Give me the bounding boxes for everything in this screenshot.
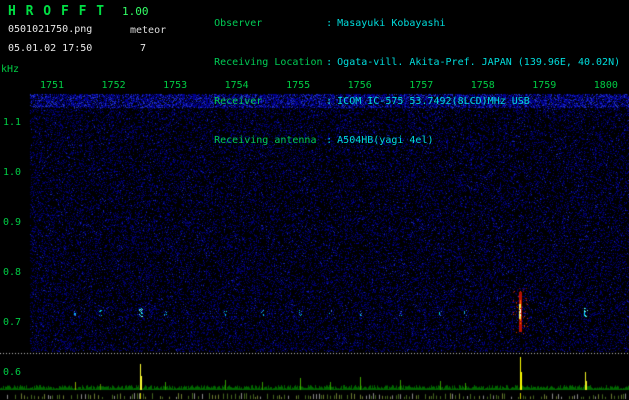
y-axis-unit-label: kHz — [1, 64, 20, 75]
time-axis: 1751 1752 1753 1754 1755 1756 1757 1758 … — [40, 80, 618, 91]
time-tick-label: 1757 — [409, 80, 434, 91]
mode-label: meteor — [130, 25, 167, 36]
time-tick-label: 1758 — [470, 80, 495, 91]
meteor-count: 7 — [140, 43, 147, 54]
output-filename: 0501021750.png — [8, 24, 93, 35]
time-tick-label: 1759 — [532, 80, 557, 91]
info-separator: : — [326, 96, 333, 107]
info-label: Observer — [214, 18, 263, 29]
time-tick-label: 1753 — [163, 80, 188, 91]
info-row-observer: Observer: Masayuki Kobayashi — [178, 4, 620, 43]
info-value: Ogata-vill. Akita-Pref. JAPAN (139.96E, … — [337, 57, 621, 68]
info-separator: : — [326, 18, 333, 29]
info-value: ICOM IC-575 53.7492(8LCD)MHz USB — [337, 96, 530, 107]
info-separator: : — [326, 57, 333, 68]
freq-tick-label: 0.6 — [3, 367, 22, 378]
time-tick-label: 1752 — [101, 80, 126, 91]
freq-tick-label: 1.0 — [3, 167, 22, 178]
time-tick-label: 1754 — [224, 80, 249, 91]
info-row-location: Receiving Location: Ogata-vill. Akita-Pre… — [178, 43, 620, 82]
info-separator: : — [326, 135, 333, 146]
info-label: Receiving antenna — [214, 135, 317, 146]
timestamp: 05.01.02 17:50 — [8, 43, 93, 54]
hrofft-output-window: H R O F F T 1.00 0501021750.png meteor 0… — [0, 0, 629, 400]
freq-tick-label: 0.9 — [3, 217, 22, 228]
info-value: Masayuki Kobayashi — [337, 18, 446, 29]
freq-tick-label: 0.8 — [3, 267, 22, 278]
time-tick-label: 1756 — [347, 80, 372, 91]
time-tick-label: 1751 — [40, 80, 65, 91]
time-tick-label: 1755 — [286, 80, 311, 91]
info-row-antenna: Receiving antenna: A504HB(yagi 4el) — [178, 121, 620, 160]
info-value: A504HB(yagi 4el) — [337, 135, 434, 146]
info-label: Receiving Location — [214, 57, 323, 68]
freq-tick-label: 0.7 — [3, 317, 22, 328]
app-version: 1.00 — [122, 5, 149, 18]
freq-tick-label: 1.1 — [3, 117, 22, 128]
app-title: H R O F F T — [8, 4, 106, 19]
info-label: Receiver — [214, 96, 263, 107]
time-tick-label: 1800 — [593, 80, 618, 91]
